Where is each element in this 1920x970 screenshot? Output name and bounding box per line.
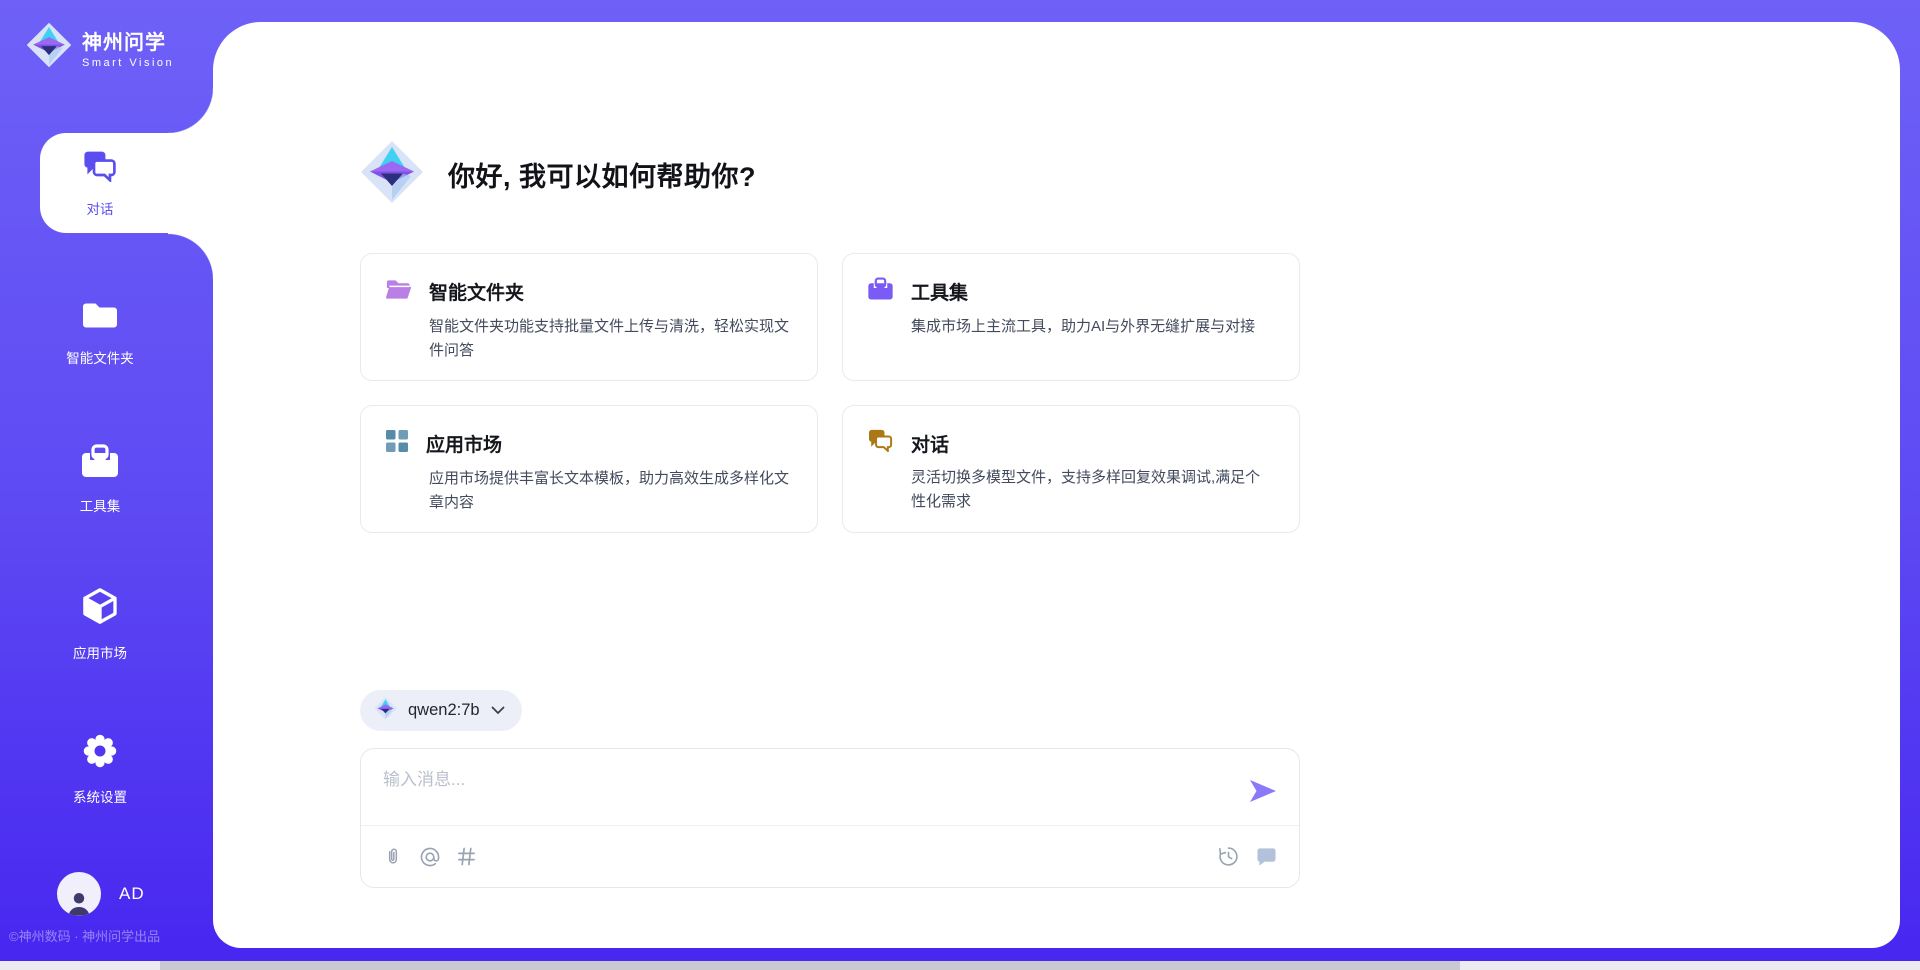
active-tab-fillet-bottom bbox=[168, 233, 214, 279]
user-profile[interactable]: AD bbox=[57, 872, 145, 916]
card-toolset[interactable]: 工具集 集成市场上主流工具，助力AI与外界无缝扩展与对接 bbox=[842, 253, 1300, 381]
horizontal-scrollbar-track bbox=[0, 961, 1920, 970]
sidebar-item-label: 应用市场 bbox=[73, 642, 127, 662]
copyright-text: ©神州数码 · 神州问学出品 bbox=[9, 926, 160, 945]
model-name: qwen2:7b bbox=[408, 701, 480, 720]
model-logo-gem-icon bbox=[374, 697, 397, 725]
sidebar-item-label: 对话 bbox=[87, 198, 114, 218]
card-title: 应用市场 bbox=[426, 430, 502, 457]
sidebar-item-smart-folder[interactable]: 智能文件夹 bbox=[0, 298, 200, 367]
avatar bbox=[57, 872, 101, 916]
card-smart-folder[interactable]: 智能文件夹 智能文件夹功能支持批量文件上传与清洗，轻松实现文件问答 bbox=[360, 253, 818, 381]
card-app-market[interactable]: 应用市场 应用市场提供丰富长文本模板，助力高效生成多样化文章内容 bbox=[360, 405, 818, 533]
model-selector[interactable]: qwen2:7b bbox=[360, 690, 522, 731]
history-icon[interactable] bbox=[1218, 846, 1239, 867]
cube-icon bbox=[80, 586, 120, 631]
attachment-paperclip-icon[interactable] bbox=[383, 846, 403, 868]
card-description: 集成市场上主流工具，助力AI与外界无缝扩展与对接 bbox=[911, 315, 1275, 339]
assistant-logo-gem-icon bbox=[360, 140, 424, 209]
user-initials: AD bbox=[119, 884, 145, 904]
hashtag-icon[interactable] bbox=[457, 847, 476, 866]
brand-logo-gem-icon bbox=[26, 22, 72, 73]
sidebar-item-label: 智能文件夹 bbox=[66, 347, 134, 367]
active-tab-fillet-top bbox=[168, 88, 214, 134]
card-description: 灵活切换多模型文件，支持多样回复效果调试,满足个性化需求 bbox=[911, 466, 1275, 514]
chat-bubbles-icon bbox=[82, 150, 118, 187]
briefcase-icon bbox=[867, 277, 894, 306]
message-input[interactable] bbox=[383, 765, 1233, 817]
person-icon bbox=[64, 888, 94, 916]
chat-bubbles-icon bbox=[867, 429, 894, 457]
folder-open-icon bbox=[385, 277, 412, 306]
briefcase-icon bbox=[80, 444, 120, 484]
sidebar: 神州问学 Smart Vision 对话 智能文件夹 bbox=[0, 0, 213, 970]
composer-toolbar bbox=[361, 826, 1299, 887]
greeting-text: 你好, 我可以如何帮助你? bbox=[448, 155, 756, 194]
sidebar-item-settings[interactable]: 系统设置 bbox=[0, 732, 200, 806]
greeting-row: 你好, 我可以如何帮助你? bbox=[360, 140, 756, 209]
card-title: 工具集 bbox=[911, 278, 968, 305]
brand: 神州问学 Smart Vision bbox=[26, 22, 174, 73]
folder-icon bbox=[80, 298, 120, 336]
sidebar-item-label: 工具集 bbox=[80, 495, 121, 515]
chevron-down-icon bbox=[491, 702, 505, 720]
sidebar-item-label: 系统设置 bbox=[73, 786, 127, 806]
chat-bubble-icon[interactable] bbox=[1256, 847, 1277, 866]
gear-icon bbox=[81, 732, 119, 775]
card-description: 应用市场提供丰富长文本模板，助力高效生成多样化文章内容 bbox=[429, 467, 793, 515]
sidebar-item-toolset[interactable]: 工具集 bbox=[0, 444, 200, 515]
feature-cards: 智能文件夹 智能文件夹功能支持批量文件上传与清洗，轻松实现文件问答 bbox=[360, 253, 1300, 533]
sidebar-item-app-market[interactable]: 应用市场 bbox=[0, 586, 200, 662]
horizontal-scrollbar-thumb[interactable] bbox=[160, 961, 1460, 970]
mention-at-icon[interactable] bbox=[420, 847, 440, 867]
card-description: 智能文件夹功能支持批量文件上传与清洗，轻松实现文件问答 bbox=[429, 315, 793, 363]
send-icon[interactable] bbox=[1249, 779, 1279, 805]
card-title: 对话 bbox=[911, 430, 949, 457]
message-composer bbox=[360, 748, 1300, 888]
card-chat[interactable]: 对话 灵活切换多模型文件，支持多样回复效果调试,满足个性化需求 bbox=[842, 405, 1300, 533]
sidebar-item-chat[interactable]: 对话 bbox=[0, 150, 200, 218]
brand-name: 神州问学 bbox=[82, 26, 174, 55]
brand-subtitle: Smart Vision bbox=[82, 57, 174, 69]
grid-icon bbox=[385, 429, 409, 458]
card-title: 智能文件夹 bbox=[429, 278, 524, 305]
